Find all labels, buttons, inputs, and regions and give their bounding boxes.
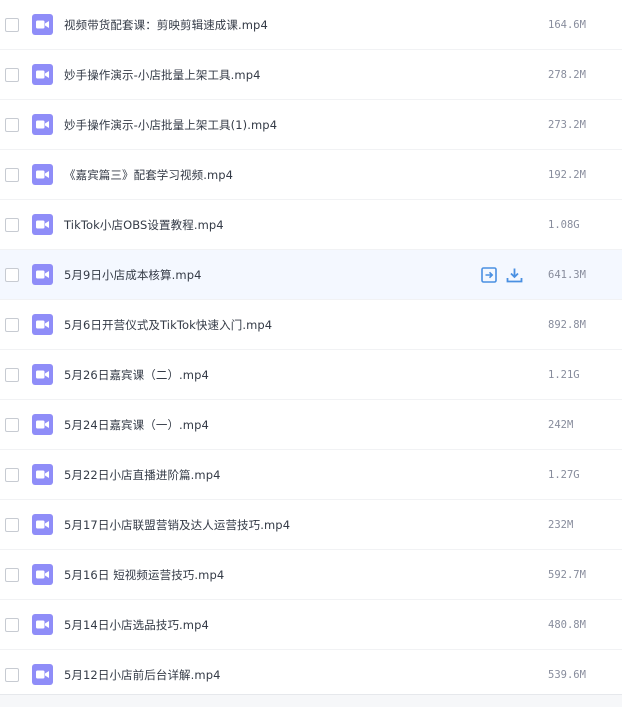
row-checkbox[interactable] [5,167,19,182]
file-size: 641.3M [548,268,586,281]
row-checkbox[interactable] [5,467,19,482]
file-size: 592.7M [548,568,586,581]
download-icon[interactable] [506,266,523,284]
video-file-icon [32,263,53,285]
file-name[interactable]: 视频带货配套课：剪映剪辑速成课.mp4 [64,17,268,33]
row-checkbox[interactable] [5,17,19,32]
file-row[interactable]: 5月16日 短视频运营技巧.mp4 592.7M [0,550,622,600]
file-size: 273.2M [548,118,586,131]
file-name[interactable]: 妙手操作演示-小店批量上架工具.mp4 [64,67,261,83]
video-file-icon [32,213,53,235]
file-name[interactable]: 5月26日嘉宾课（二）.mp4 [64,367,209,383]
video-file-icon [32,313,53,335]
row-checkbox[interactable] [5,517,19,532]
video-file-icon [32,663,53,685]
file-size: 539.6M [548,668,586,681]
file-row[interactable]: 5月6日开营仪式及TikTok快速入门.mp4 892.8M [0,300,622,350]
file-name[interactable]: 《嘉宾篇三》配套学习视频.mp4 [64,167,233,183]
file-name[interactable]: 5月6日开营仪式及TikTok快速入门.mp4 [64,317,272,333]
file-size: 232M [548,518,574,531]
video-file-icon [32,363,53,385]
file-row[interactable]: 妙手操作演示-小店批量上架工具.mp4 278.2M [0,50,622,100]
file-row[interactable]: 5月9日小店成本核算.mp4 641.3M [0,250,622,300]
video-file-icon [32,613,53,635]
file-row[interactable]: 5月26日嘉宾课（二）.mp4 1.21G [0,350,622,400]
file-size: 1.08G [548,218,580,231]
file-row[interactable]: 《嘉宾篇三》配套学习视频.mp4 192.2M [0,150,622,200]
row-actions [480,266,523,284]
file-size: 164.6M [548,18,586,31]
file-size: 892.8M [548,318,586,331]
file-size: 192.2M [548,168,586,181]
file-size: 242M [548,418,574,431]
video-file-icon [32,563,53,585]
file-row[interactable]: TikTok小店OBS设置教程.mp4 1.08G [0,200,622,250]
row-checkbox[interactable] [5,367,19,382]
file-list: 视频带货配套课：剪映剪辑速成课.mp4 164.6M 妙手操作演示-小店批量上架工具… [0,0,622,700]
video-file-icon [32,13,53,35]
file-row[interactable]: 视频带货配套课：剪映剪辑速成课.mp4 164.6M [0,0,622,50]
row-checkbox[interactable] [5,617,19,632]
row-checkbox[interactable] [5,267,19,282]
share-icon[interactable] [480,266,497,284]
row-checkbox[interactable] [5,567,19,582]
row-checkbox[interactable] [5,667,19,682]
file-name[interactable]: TikTok小店OBS设置教程.mp4 [64,217,224,233]
video-file-icon [32,63,53,85]
file-row[interactable]: 5月12日小店前后台详解.mp4 539.6M [0,650,622,700]
file-size: 480.8M [548,618,586,631]
video-file-icon [32,113,53,135]
file-name[interactable]: 5月22日小店直播进阶篇.mp4 [64,467,221,483]
file-row[interactable]: 5月14日小店选品技巧.mp4 480.8M [0,600,622,650]
file-name[interactable]: 5月9日小店成本核算.mp4 [64,267,202,283]
video-file-icon [32,513,53,535]
file-name[interactable]: 5月12日小店前后台详解.mp4 [64,667,221,683]
file-name[interactable]: 5月14日小店选品技巧.mp4 [64,617,209,633]
file-size: 1.27G [548,468,580,481]
file-row[interactable]: 5月22日小店直播进阶篇.mp4 1.27G [0,450,622,500]
file-name[interactable]: 5月17日小店联盟营销及达人运营技巧.mp4 [64,517,290,533]
row-checkbox[interactable] [5,67,19,82]
row-checkbox[interactable] [5,217,19,232]
video-file-icon [32,163,53,185]
video-file-icon [32,413,53,435]
horizontal-scrollbar[interactable] [0,694,622,707]
file-row[interactable]: 5月24日嘉宾课（一）.mp4 242M [0,400,622,450]
row-checkbox[interactable] [5,117,19,132]
file-name[interactable]: 妙手操作演示-小店批量上架工具(1).mp4 [64,117,277,133]
video-file-icon [32,463,53,485]
file-name[interactable]: 5月16日 短视频运营技巧.mp4 [64,567,224,583]
file-size: 278.2M [548,68,586,81]
file-size: 1.21G [548,368,580,381]
row-checkbox[interactable] [5,317,19,332]
file-row[interactable]: 妙手操作演示-小店批量上架工具(1).mp4 273.2M [0,100,622,150]
file-name[interactable]: 5月24日嘉宾课（一）.mp4 [64,417,209,433]
row-checkbox[interactable] [5,417,19,432]
file-row[interactable]: 5月17日小店联盟营销及达人运营技巧.mp4 232M [0,500,622,550]
